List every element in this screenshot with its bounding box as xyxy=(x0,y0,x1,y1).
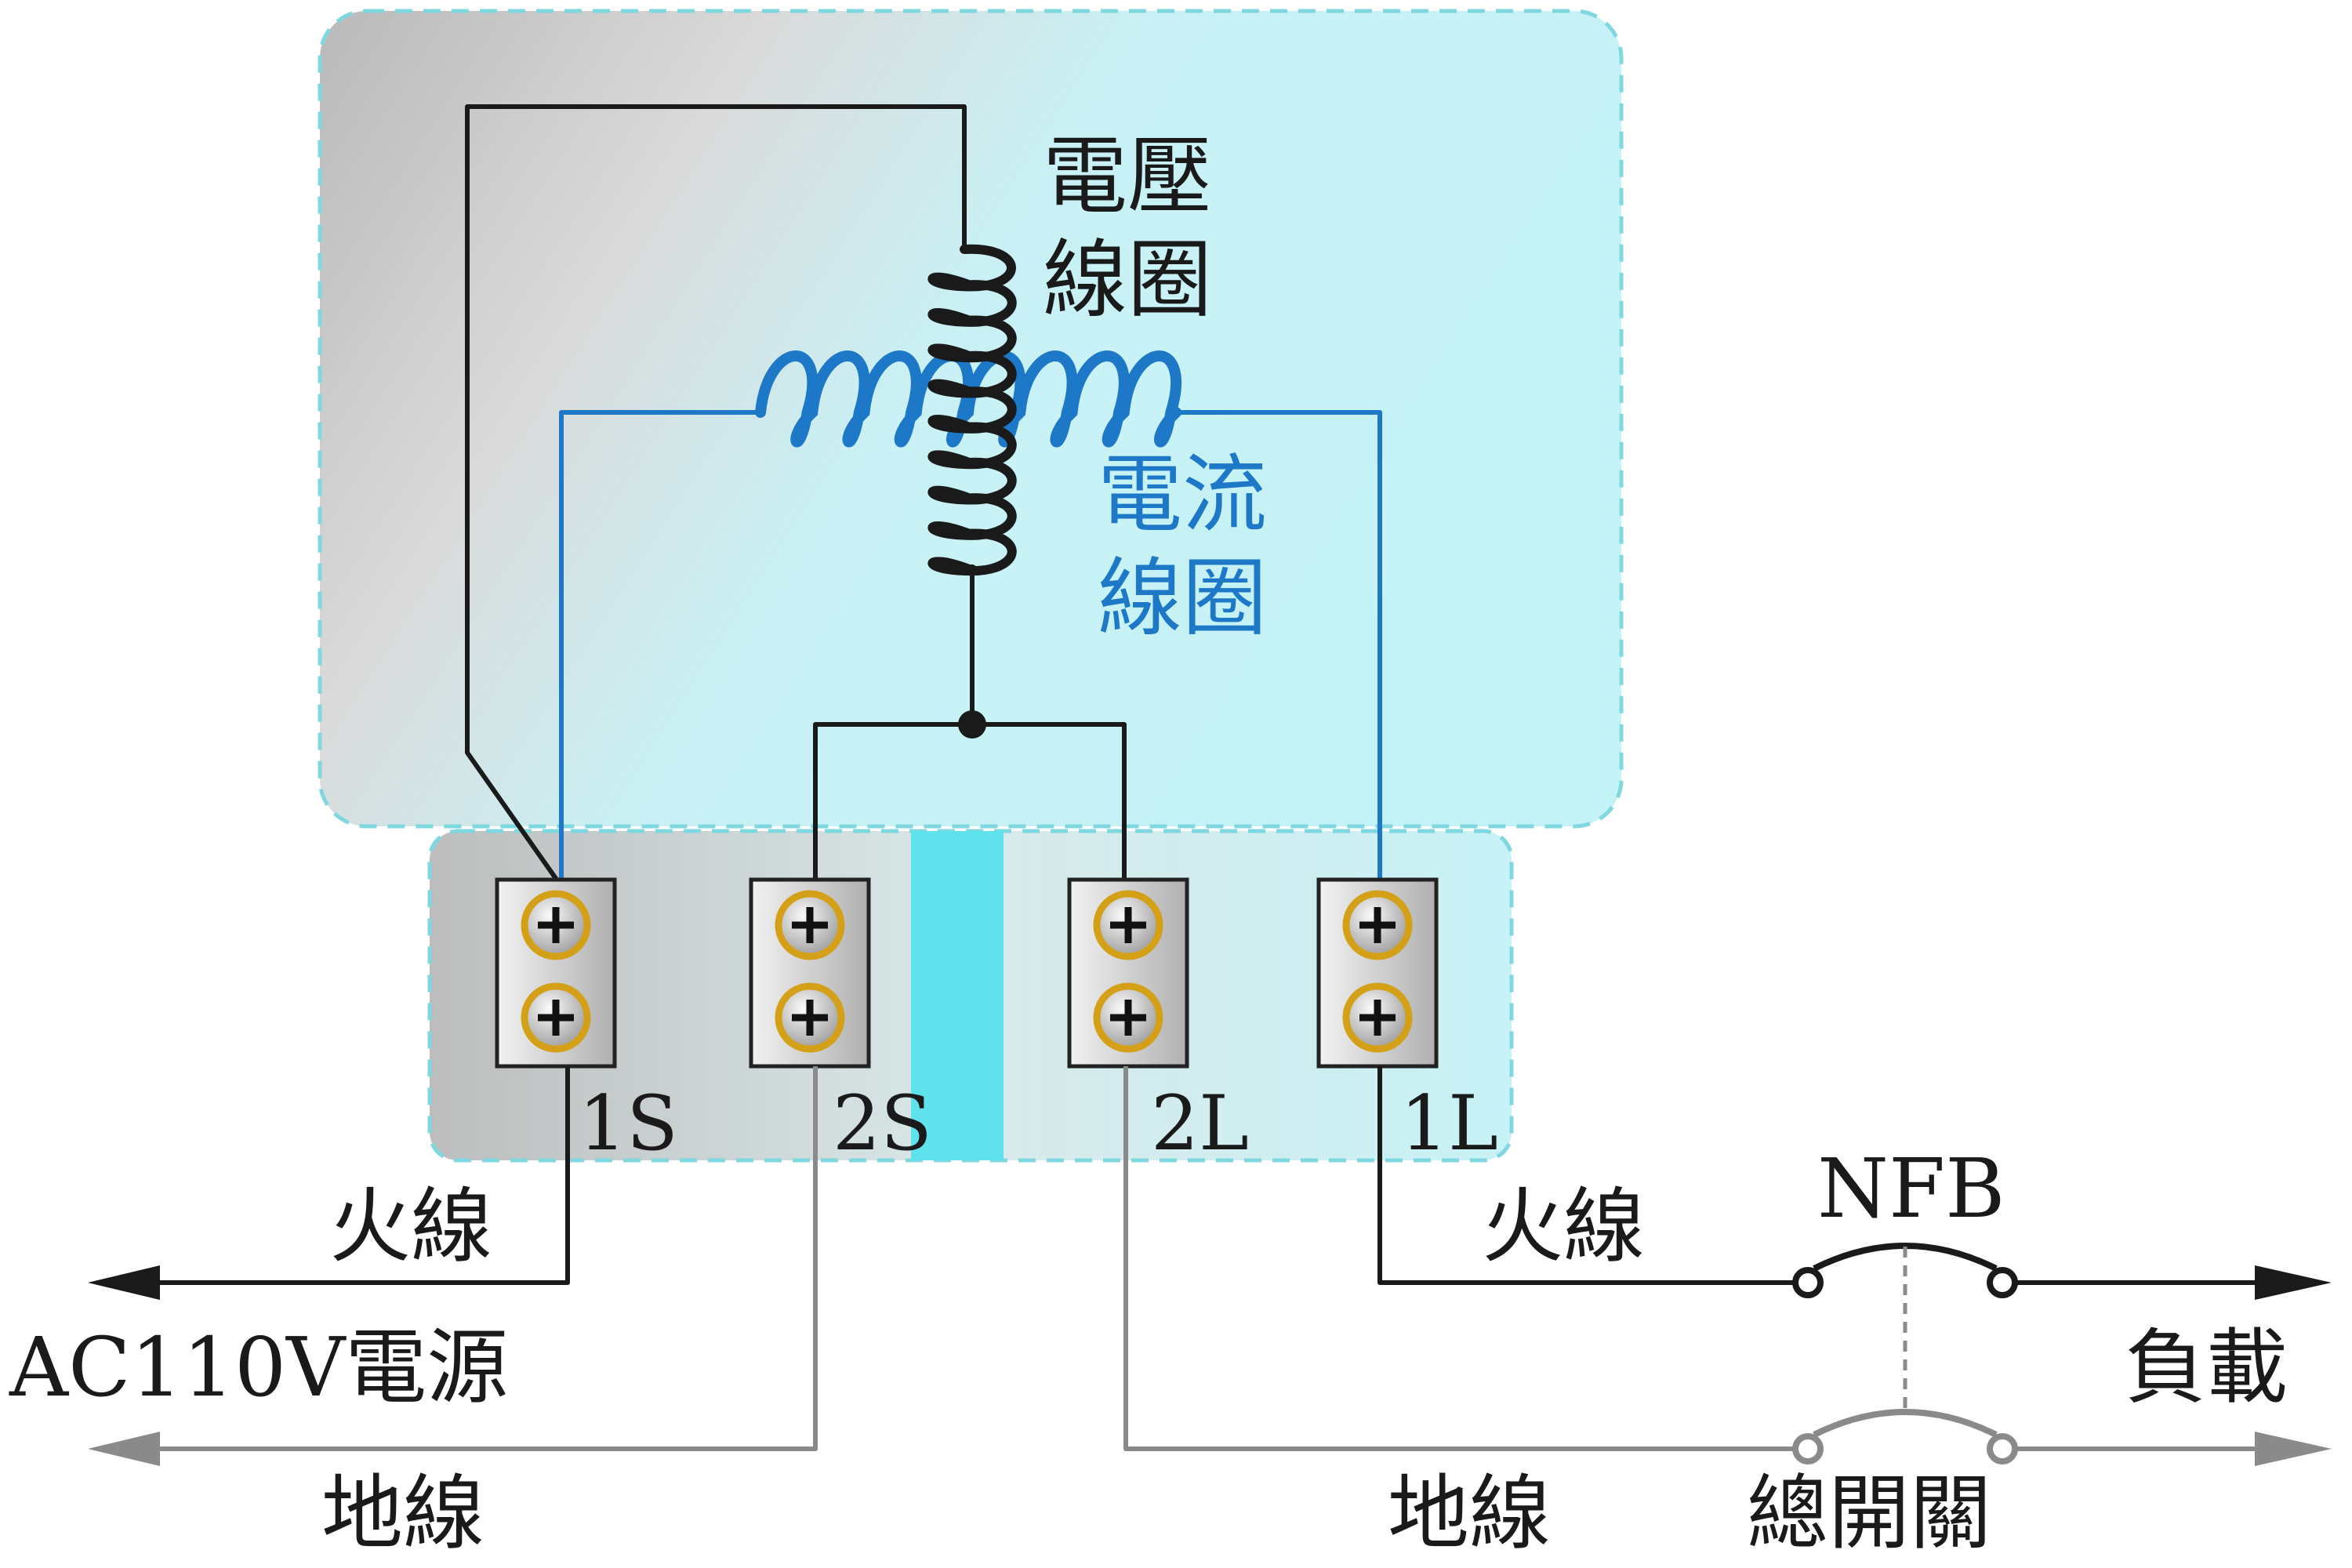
terminal-label: 2S xyxy=(833,1080,932,1167)
terminal-label: 1S xyxy=(579,1080,678,1167)
right-ground-label: 地線 xyxy=(1388,1465,1551,1561)
left-live-label: 火線 xyxy=(329,1178,492,1274)
right-live-label: 火線 xyxy=(1482,1178,1645,1274)
external-labels: 火線 AC110V電源 地線 火線 NFB 負載 地線 總開關 xyxy=(9,1141,2288,1561)
terminal-label: 1L xyxy=(1400,1080,1498,1167)
electric-meter-wiring-diagram: 電壓 線圈 電流 線圈 1S 2S 2L 1L 火線 AC110V電源 地線 火… xyxy=(9,9,2332,1561)
junction-dot xyxy=(958,710,986,739)
terminal-label: 2L xyxy=(1151,1080,1249,1167)
right-live-arrow xyxy=(2255,1265,2332,1300)
left-ground-label: 地線 xyxy=(321,1465,485,1561)
left-ground-arrow xyxy=(88,1432,160,1466)
nfb-ground-blade xyxy=(1813,1409,1998,1438)
load-label: 負載 xyxy=(2125,1319,2288,1415)
right-ground-arrow xyxy=(2255,1432,2332,1466)
current-coil-label-line2: 線圈 xyxy=(1098,550,1267,648)
nfb-label: NFB xyxy=(1817,1141,2005,1236)
nfb-live-contact-right xyxy=(1987,1267,2018,1298)
voltage-coil-label-line2: 線圈 xyxy=(1043,231,1212,329)
left-live-arrow xyxy=(88,1265,160,1300)
nfb-ground-contact-left xyxy=(1792,1433,1824,1465)
nfb-live-contact-left xyxy=(1792,1267,1824,1298)
nfb-ground-contact-right xyxy=(1987,1433,2018,1465)
current-coil-label-line1: 電流 xyxy=(1098,446,1267,544)
voltage-coil-label-line1: 電壓 xyxy=(1043,128,1212,226)
nfb-breaker xyxy=(1792,1243,2018,1465)
nfb-caption: 總開關 xyxy=(1747,1465,1991,1561)
source-label: AC110V電源 xyxy=(9,1319,508,1415)
